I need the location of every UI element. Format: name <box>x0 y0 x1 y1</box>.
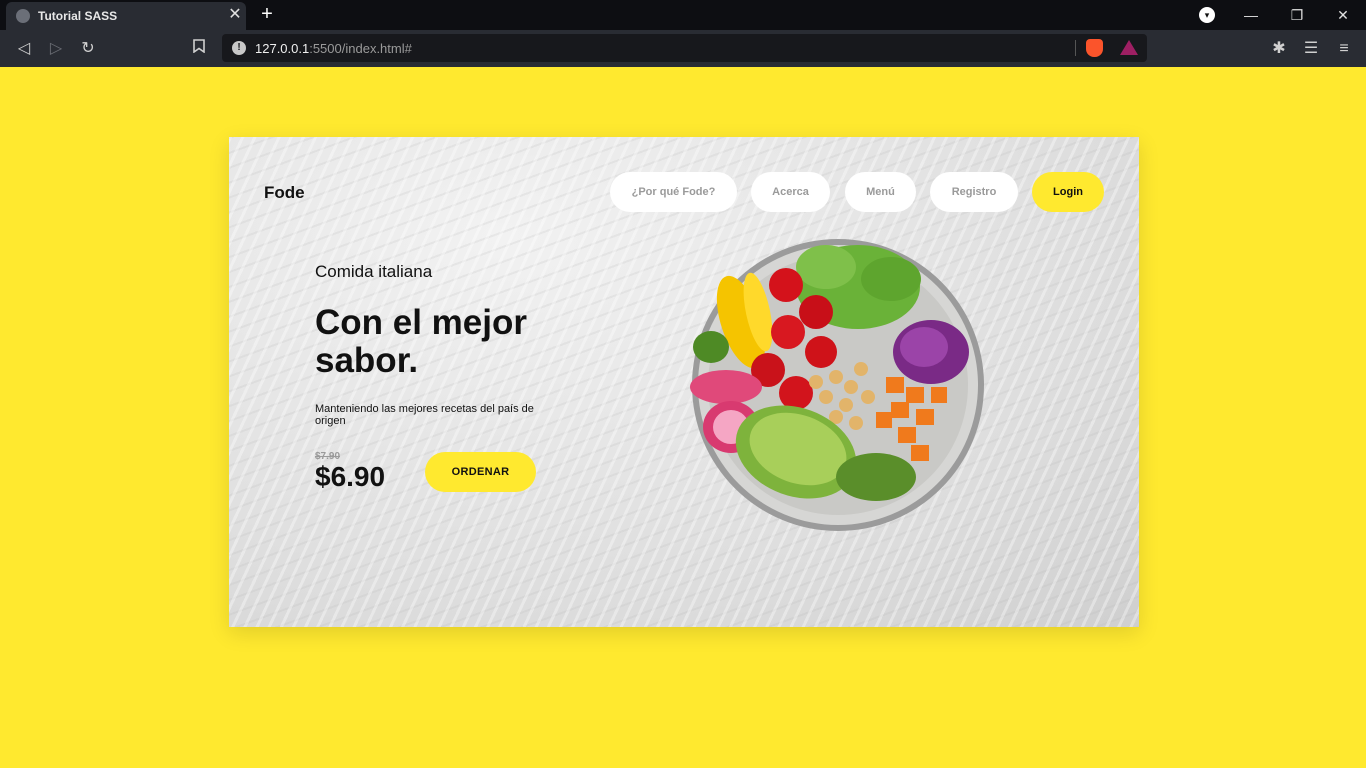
extensions-icon[interactable]: ✱ <box>1268 38 1290 60</box>
browser-tab[interactable]: Tutorial SASS ✕ <box>6 2 246 30</box>
url-text: 127.0.0.1:5500/index.html# <box>255 41 412 56</box>
nav-menu[interactable]: Menú <box>845 172 916 212</box>
forward-icon[interactable]: ▷ <box>45 38 67 60</box>
minimize-button[interactable]: — <box>1228 0 1274 30</box>
tab-title: Tutorial SASS <box>38 9 118 23</box>
login-button[interactable]: Login <box>1032 172 1104 212</box>
reload-icon[interactable]: ↻ <box>77 38 99 60</box>
subtitle: Comida italiana <box>315 262 433 281</box>
profile-dropdown-icon[interactable]: ▾ <box>1199 7 1215 23</box>
address-bar[interactable]: ! 127.0.0.1:5500/index.html# <box>222 34 1147 62</box>
url-path: :5500/index.html# <box>309 41 412 56</box>
nav-register[interactable]: Registro <box>930 172 1018 212</box>
url-host: 127.0.0.1 <box>255 41 310 56</box>
nav-why-fode[interactable]: ¿Por qué Fode? <box>610 172 737 212</box>
description: Manteniendo las mejores recetas del país… <box>315 403 534 427</box>
site-info-icon[interactable]: ! <box>232 41 246 55</box>
hero-card: Fode ¿Por qué Fode? Acerca Menú Registro… <box>229 137 1139 627</box>
close-window-button[interactable]: ✕ <box>1320 0 1366 30</box>
bookmark-icon[interactable] <box>188 38 210 60</box>
brave-shields-icon[interactable] <box>1086 39 1103 57</box>
playlist-icon[interactable]: ☰ <box>1300 38 1322 60</box>
salad-bowl-image <box>690 239 984 531</box>
order-button[interactable]: ORDENAR <box>425 452 536 492</box>
price: $6.90 <box>315 461 386 492</box>
back-icon[interactable]: ◁ <box>13 38 35 60</box>
url-divider <box>1075 40 1076 56</box>
site-logo[interactable]: Fode <box>264 183 305 203</box>
restore-button[interactable]: ❐ <box>1274 0 1320 30</box>
tab-close-icon[interactable]: ✕ <box>226 6 244 24</box>
headline: Con el mejor sabor. <box>315 303 527 380</box>
nav-about[interactable]: Acerca <box>751 172 830 212</box>
menu-icon[interactable]: ≡ <box>1333 38 1355 60</box>
globe-icon <box>16 9 30 23</box>
browser-toolbar: ◁ ▷ ↻ ! 127.0.0.1:5500/index.html# ✱ ☰ ≡ <box>0 30 1366 67</box>
brave-rewards-icon[interactable] <box>1120 40 1138 55</box>
tab-bar: Tutorial SASS ✕ + ▾ — ❐ ✕ <box>0 0 1366 30</box>
new-tab-button[interactable]: + <box>256 3 278 25</box>
